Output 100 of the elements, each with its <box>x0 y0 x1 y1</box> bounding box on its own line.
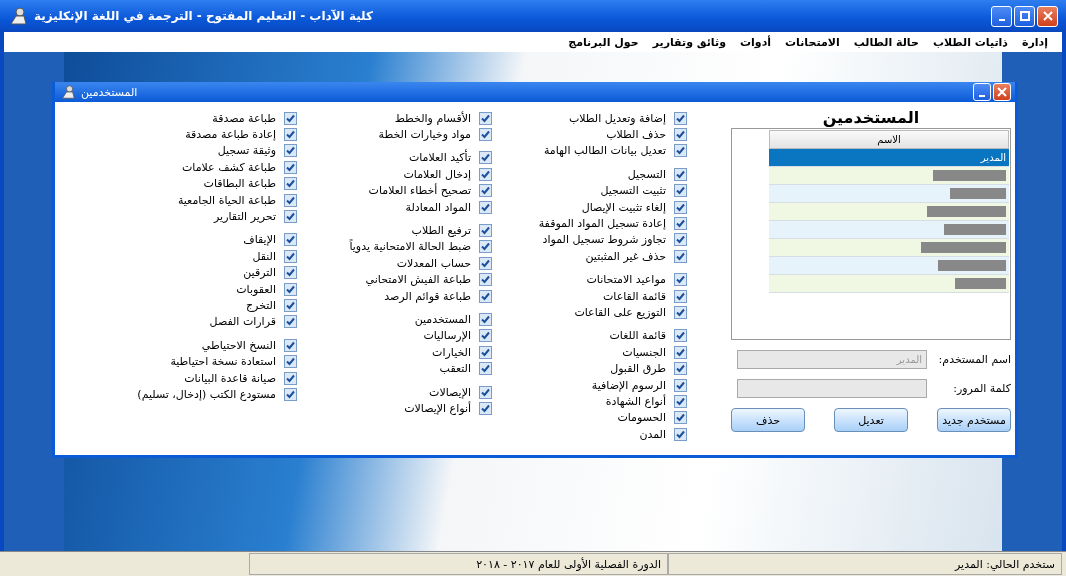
checkbox[interactable] <box>479 200 492 214</box>
checkbox[interactable] <box>674 394 687 408</box>
checkbox[interactable] <box>674 233 687 247</box>
close-icon <box>997 87 1007 97</box>
figure-icon <box>59 85 77 99</box>
checkbox[interactable] <box>674 249 687 263</box>
checkbox[interactable] <box>479 385 492 399</box>
checkbox[interactable] <box>479 362 492 376</box>
checkbox[interactable] <box>284 177 297 191</box>
user-row[interactable] <box>769 185 1009 203</box>
checkbox[interactable] <box>284 299 297 312</box>
checkbox[interactable] <box>284 315 297 329</box>
checkbox[interactable] <box>284 266 297 280</box>
checkbox[interactable] <box>479 184 492 198</box>
checkbox[interactable] <box>479 401 492 415</box>
permission-label: تعديل بيانات الطالب الهامة <box>543 144 666 158</box>
maximize-button[interactable] <box>1014 5 1035 27</box>
checkbox[interactable] <box>284 210 297 224</box>
permission-label: تأكيد العلامات <box>408 151 471 165</box>
checkbox[interactable] <box>674 273 687 287</box>
user-row[interactable] <box>769 257 1009 275</box>
permission-label: الخيارات <box>432 345 471 359</box>
maximize-icon <box>1019 11 1030 21</box>
checkbox[interactable] <box>479 167 492 181</box>
menu-item[interactable]: إدارة <box>1022 35 1048 49</box>
user-row[interactable] <box>769 239 1009 257</box>
permission-label: إعادة طباعة مصدقة <box>185 128 276 142</box>
permission-label: مستودع الكتب (إدخال، تسليم) <box>137 387 276 401</box>
checkbox[interactable] <box>674 411 687 425</box>
checkbox[interactable] <box>479 240 492 254</box>
checkbox[interactable] <box>674 289 687 303</box>
dialog-title: المستخدمين <box>81 85 138 99</box>
close-button[interactable] <box>1037 5 1058 27</box>
minimize-button[interactable] <box>991 5 1012 27</box>
permission-label: إلغاء تثبيت الإيصال <box>581 200 666 214</box>
checkbox[interactable] <box>284 249 297 263</box>
user-row[interactable] <box>769 203 1009 221</box>
minimize-button[interactable] <box>973 83 991 101</box>
checkbox[interactable] <box>674 427 687 441</box>
checkbox[interactable] <box>284 355 297 369</box>
checkbox[interactable] <box>284 233 297 247</box>
permission-label: إضافة وتعديل الطلاب <box>568 111 666 125</box>
checkbox[interactable] <box>479 256 492 270</box>
checkbox[interactable] <box>674 362 687 376</box>
user-row[interactable] <box>769 275 1009 293</box>
menu-item[interactable]: أدوات <box>739 35 772 49</box>
checkbox[interactable] <box>284 371 297 385</box>
menu-item[interactable]: حالة الطالب <box>853 35 919 49</box>
checkbox[interactable] <box>284 193 297 207</box>
checkbox[interactable] <box>674 200 687 214</box>
permission-label: التسجيل <box>627 167 666 181</box>
permission-label: العقوبات <box>236 282 276 296</box>
checkbox[interactable] <box>479 151 492 165</box>
checkbox[interactable] <box>674 306 687 319</box>
menu-item[interactable]: الامتحانات <box>785 35 840 49</box>
checkbox[interactable] <box>674 329 687 343</box>
permission-label: المواد المعادلة <box>405 200 471 214</box>
permission-label: حذف الطلاب <box>606 128 666 142</box>
checkbox[interactable] <box>284 160 297 174</box>
checkbox[interactable] <box>479 111 492 125</box>
dialog-button[interactable]: تعديل <box>834 408 908 432</box>
menu-item[interactable]: ذاتيات الطلاب <box>932 35 1008 49</box>
dialog-button[interactable]: مستخدم جديد <box>937 408 1011 432</box>
checkbox[interactable] <box>479 224 492 238</box>
permission-label: الإرساليات <box>423 329 471 343</box>
checkbox[interactable] <box>284 128 297 142</box>
checkbox[interactable] <box>674 111 687 125</box>
checkbox[interactable] <box>674 184 687 198</box>
checkbox[interactable] <box>284 338 297 352</box>
close-button[interactable] <box>993 83 1011 101</box>
checkbox[interactable] <box>479 128 492 142</box>
checkbox[interactable] <box>479 345 492 359</box>
permission-label: النسخ الاحتياطي <box>201 338 276 352</box>
column-header[interactable]: الاسم <box>769 130 1009 149</box>
permission-label: أنواع الشهادة <box>605 394 666 408</box>
menu-item[interactable]: وثائق وتقارير <box>652 35 726 49</box>
permission-label: تصحيح أخطاء العلامات <box>368 184 471 198</box>
checkbox[interactable] <box>674 144 687 158</box>
checkbox[interactable] <box>284 282 297 296</box>
checkbox[interactable] <box>674 345 687 359</box>
menu-item[interactable]: حول البرنامج <box>568 35 639 49</box>
checkbox[interactable] <box>284 144 297 158</box>
checkbox[interactable] <box>284 111 297 125</box>
permission-label: الرسوم الإضافية <box>591 378 666 392</box>
checkbox[interactable] <box>479 329 492 343</box>
checkbox[interactable] <box>674 128 687 142</box>
checkbox[interactable] <box>479 313 492 326</box>
checkbox[interactable] <box>479 289 492 303</box>
permission-label: طباعة كشف علامات <box>181 160 276 174</box>
checkbox[interactable] <box>479 273 492 287</box>
checkbox[interactable] <box>674 217 687 231</box>
checkbox[interactable] <box>284 387 297 401</box>
checkbox[interactable] <box>674 167 687 181</box>
user-row[interactable]: المدير <box>769 149 1009 167</box>
user-row[interactable] <box>769 221 1009 239</box>
permission-label: التعقب <box>439 362 471 376</box>
user-row[interactable] <box>769 167 1009 185</box>
permission-label: المستخدمين <box>414 313 471 326</box>
checkbox[interactable] <box>674 378 687 392</box>
dialog-button[interactable]: حذف <box>731 408 805 432</box>
